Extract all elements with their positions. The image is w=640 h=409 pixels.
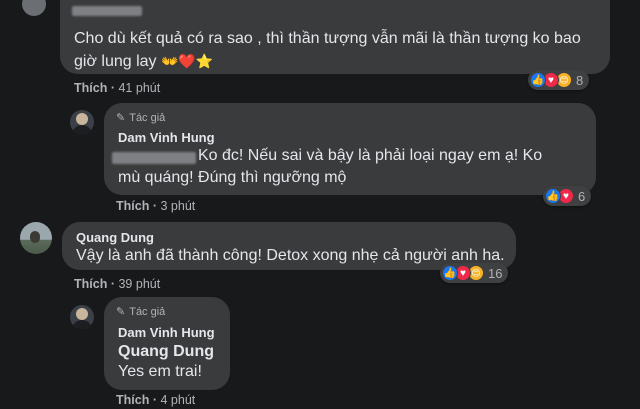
reaction-count: 8: [576, 72, 584, 88]
timestamp[interactable]: 4 phút: [160, 393, 195, 407]
timestamp[interactable]: 3 phút: [160, 199, 195, 213]
blurred-author-name: [72, 6, 142, 16]
emoji-group: 👐❤️⭐: [161, 53, 214, 69]
reaction-summary[interactable]: 👍 ♥ 😊 16: [440, 263, 509, 283]
author-badge: ✎ Tác giả: [116, 305, 166, 319]
separator: ·: [152, 199, 157, 213]
timestamp[interactable]: 39 phút: [118, 277, 160, 291]
pencil-icon: ✎: [116, 112, 126, 124]
avatar[interactable]: [20, 222, 52, 254]
comment-bubble: ✎ Tác giả Dam Vinh Hung Ko đc! Nếu sai v…: [104, 103, 596, 195]
comment-meta: Thích · 39 phút: [74, 277, 160, 291]
author-name[interactable]: Dam Vinh Hung: [118, 325, 215, 340]
reaction-summary[interactable]: 👍 ♥ 😊 8: [528, 70, 590, 90]
separator: ·: [110, 277, 115, 291]
mention-tag[interactable]: Quang Dung: [118, 341, 214, 363]
like-link[interactable]: Thích: [116, 393, 149, 407]
like-link[interactable]: Thích: [116, 199, 149, 213]
like-icon: 👍: [442, 265, 458, 281]
avatar[interactable]: [70, 305, 94, 329]
comment-bubble: Cho dù kết quả có ra sao , thì thần tượn…: [60, 0, 610, 74]
like-icon: 👍: [530, 72, 546, 88]
reaction-summary[interactable]: 👍 ♥ 6: [543, 186, 592, 206]
like-icon: 👍: [545, 188, 561, 204]
comment-meta: Thích · 4 phút: [116, 393, 195, 407]
comment-meta: Thích · 41 phút: [74, 81, 160, 95]
author-badge: ✎ Tác giả: [116, 111, 166, 125]
comment-text: Ko đc! Nếu sai và bậy là phải loại ngay …: [118, 147, 543, 186]
pencil-icon: ✎: [116, 306, 126, 318]
comment-text: Cho dù kết quả có ra sao , thì thần tượn…: [74, 30, 581, 70]
comment-text: Yes em trai!: [118, 363, 202, 380]
separator: ·: [110, 81, 115, 95]
comment-bubble: ✎ Tác giả Dam Vinh Hung Quang Dung Yes e…: [104, 297, 230, 390]
separator: ·: [152, 393, 157, 407]
avatar[interactable]: [70, 110, 94, 134]
like-link[interactable]: Thích: [74, 277, 107, 291]
comment-meta: Thích · 3 phút: [116, 199, 195, 213]
avatar[interactable]: [22, 0, 46, 16]
reaction-count: 16: [488, 265, 503, 281]
author-name[interactable]: Dam Vinh Hung: [118, 130, 215, 145]
like-link[interactable]: Thích: [74, 81, 107, 95]
author-name[interactable]: Quang Dung: [76, 230, 154, 245]
timestamp[interactable]: 41 phút: [118, 81, 160, 95]
reaction-count: 6: [578, 188, 586, 204]
